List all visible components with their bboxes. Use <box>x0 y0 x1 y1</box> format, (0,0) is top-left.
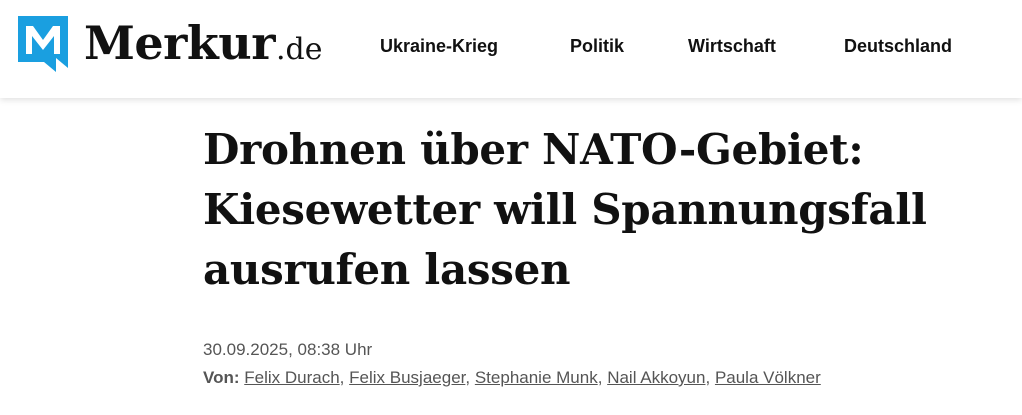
headline-line: ausrufen lassen <box>203 245 571 294</box>
brand-tld: .de <box>275 32 323 67</box>
authors-label: Von: <box>203 368 240 387</box>
author-separator: , <box>597 368 603 387</box>
author-link[interactable]: Stephanie Munk <box>475 368 598 387</box>
author-link[interactable]: Paula Völkner <box>715 368 821 387</box>
merkur-logo[interactable]: Merkur .de <box>14 12 322 80</box>
author-separator: , <box>705 368 711 387</box>
site-header: Merkur .de Ukraine-Krieg Politik Wirtsch… <box>0 0 1022 98</box>
brand-name: Merkur <box>84 16 275 70</box>
headline-line: Drohnen über NATO-Gebiet: <box>203 125 864 174</box>
author-link[interactable]: Felix Durach <box>244 368 339 387</box>
nav-item-ukraine-krieg[interactable]: Ukraine-Krieg <box>380 36 498 57</box>
article-meta: 30.09.2025, 08:38 Uhr Von: Felix Durach,… <box>203 338 821 390</box>
article-header: Drohnen über NATO-Gebiet: Kiesewetter wi… <box>203 120 983 300</box>
author-link[interactable]: Felix Busjaeger <box>349 368 465 387</box>
author-link[interactable]: Nail Akkoyun <box>607 368 705 387</box>
headline-line: Kiesewetter will Spannungsfall <box>203 185 927 234</box>
nav-item-deutschland[interactable]: Deutschland <box>844 36 952 57</box>
publish-date: 30.09.2025, 08:38 Uhr <box>203 340 373 359</box>
nav-item-politik[interactable]: Politik <box>570 36 624 57</box>
author-line: Von: Felix Durach, Felix Busjaeger, Step… <box>203 366 821 390</box>
merkur-logo-icon <box>18 16 68 72</box>
article-headline: Drohnen über NATO-Gebiet: Kiesewetter wi… <box>203 120 983 300</box>
author-separator: , <box>339 368 345 387</box>
author-separator: , <box>465 368 471 387</box>
nav-item-wirtschaft[interactable]: Wirtschaft <box>688 36 776 57</box>
